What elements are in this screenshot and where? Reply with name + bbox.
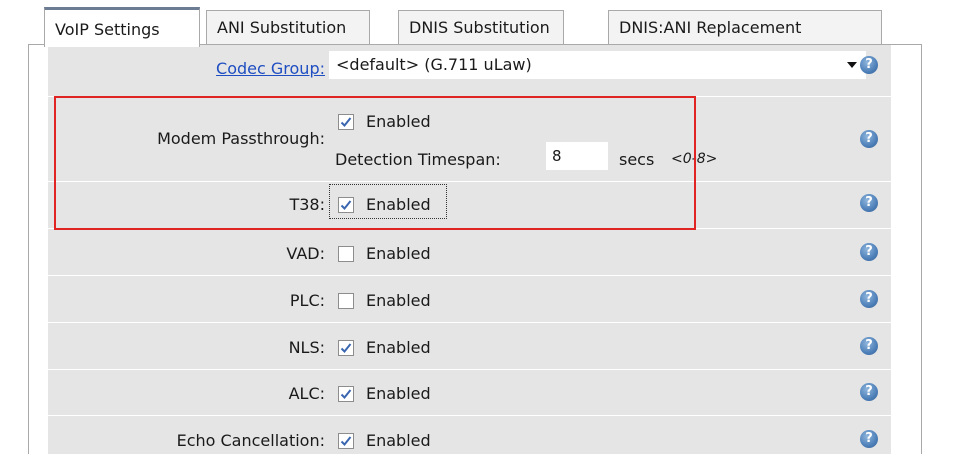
help-icon[interactable]: ?: [860, 130, 878, 148]
checkmark-icon: [340, 436, 352, 446]
help-icon[interactable]: ?: [860, 194, 878, 212]
checkmark-icon: [340, 200, 352, 210]
vad-checkbox[interactable]: [338, 246, 354, 262]
help-icon[interactable]: ?: [860, 383, 878, 401]
settings-panel: Codec Group: <default> (G.711 uLaw) ? Mo…: [48, 45, 891, 454]
tab-ani-substitution[interactable]: ANI Substitution: [206, 10, 370, 44]
chevron-down-icon: [847, 62, 857, 68]
t38-row: T38: Enabled ?: [48, 182, 891, 229]
help-icon[interactable]: ?: [860, 337, 878, 355]
voip-settings-screen: VoIP Settings ANI Substitution DNIS Subs…: [0, 0, 962, 454]
tab-dnis-ani-replacement[interactable]: DNIS:ANI Replacement: [608, 10, 882, 44]
plc-enabled-label: Enabled: [366, 291, 431, 310]
alc-row: ALC: Enabled ?: [48, 370, 891, 416]
modem-passthrough-checkbox[interactable]: [338, 114, 354, 130]
vad-label: VAD:: [286, 244, 325, 263]
detection-range-hint: <0-8>: [671, 151, 718, 167]
echo-cancellation-checkbox[interactable]: [338, 433, 354, 449]
settings-frame: Codec Group: <default> (G.711 uLaw) ? Mo…: [28, 44, 922, 454]
vad-enabled-label: Enabled: [366, 244, 431, 263]
echo-cancellation-row: Echo Cancellation: Enabled ?: [48, 416, 891, 454]
nls-label: NLS:: [288, 338, 325, 357]
echo-cancellation-label: Echo Cancellation:: [176, 431, 325, 450]
help-icon[interactable]: ?: [860, 243, 878, 261]
plc-row: PLC: Enabled ?: [48, 276, 891, 323]
modem-passthrough-row: Modem Passthrough: Enabled Detection Tim…: [48, 97, 891, 182]
detection-timespan-input[interactable]: [546, 142, 608, 170]
t38-enabled-label: Enabled: [366, 195, 431, 214]
detection-timespan-label: Detection Timespan:: [335, 150, 501, 169]
codec-group-select[interactable]: <default> (G.711 uLaw): [329, 51, 866, 79]
codec-group-value: <default> (G.711 uLaw): [336, 55, 532, 74]
codec-group-link[interactable]: Codec Group:: [216, 59, 325, 78]
alc-checkbox[interactable]: [338, 386, 354, 402]
nls-row: NLS: Enabled ?: [48, 323, 891, 370]
nls-checkbox[interactable]: [338, 340, 354, 356]
tab-voip-settings[interactable]: VoIP Settings: [44, 7, 200, 47]
nls-enabled-label: Enabled: [366, 338, 431, 357]
codec-group-row: Codec Group: <default> (G.711 uLaw) ?: [48, 45, 891, 97]
modem-passthrough-label: Modem Passthrough:: [157, 129, 325, 148]
checkmark-icon: [340, 117, 352, 127]
checkmark-icon: [340, 389, 352, 399]
alc-enabled-label: Enabled: [366, 384, 431, 403]
tab-dnis-substitution[interactable]: DNIS Substitution: [398, 10, 564, 44]
t38-label: T38:: [289, 195, 325, 214]
modem-enabled-label: Enabled: [366, 112, 431, 131]
plc-checkbox[interactable]: [338, 293, 354, 309]
checkmark-icon: [340, 343, 352, 353]
alc-label: ALC:: [288, 384, 325, 403]
t38-checkbox[interactable]: [338, 197, 354, 213]
help-icon[interactable]: ?: [860, 56, 878, 74]
help-icon[interactable]: ?: [860, 430, 878, 448]
plc-label: PLC:: [289, 291, 325, 310]
vad-row: VAD: Enabled ?: [48, 229, 891, 276]
detection-unit-label: secs: [619, 150, 655, 169]
help-icon[interactable]: ?: [860, 290, 878, 308]
echo-cancellation-enabled-label: Enabled: [366, 431, 431, 450]
